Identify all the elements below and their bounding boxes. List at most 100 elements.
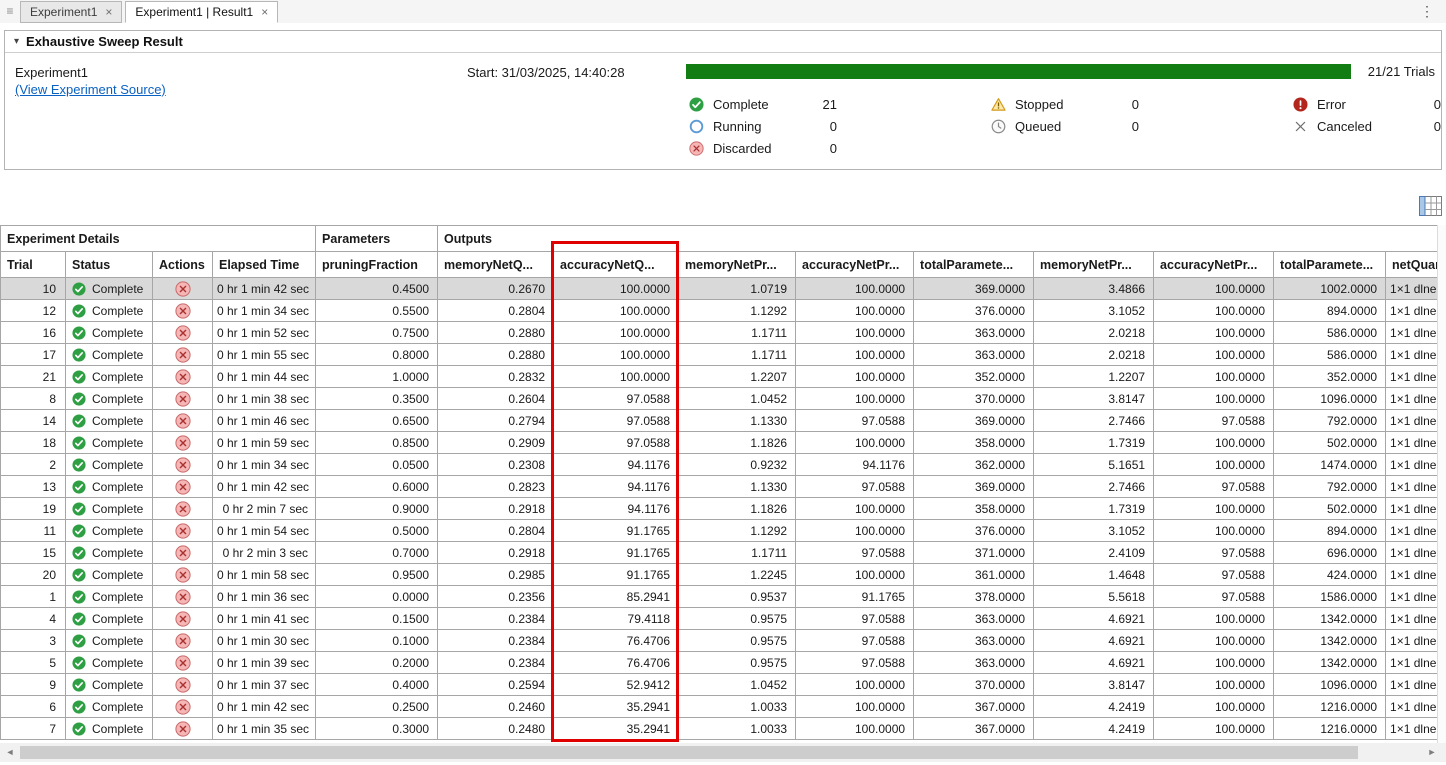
value-cell[interactable]: 0.9575: [679, 652, 796, 674]
net-quantized-cell[interactable]: 1×1 dlne: [1386, 608, 1438, 630]
value-cell[interactable]: 0.2594: [438, 674, 554, 696]
value-cell[interactable]: 100.0000: [554, 300, 679, 322]
table-row[interactable]: 7Complete0 hr 1 min 35 sec0.30000.248035…: [1, 718, 1438, 740]
vertical-scrollbar-gutter[interactable]: [1437, 225, 1446, 743]
value-cell[interactable]: 0.2823: [438, 476, 554, 498]
value-cell[interactable]: 1586.0000: [1274, 586, 1386, 608]
value-cell[interactable]: 370.0000: [914, 674, 1034, 696]
discard-trial-button[interactable]: [153, 655, 212, 671]
value-cell[interactable]: 0.2384: [438, 630, 554, 652]
table-row[interactable]: 6Complete0 hr 1 min 42 sec0.25000.246035…: [1, 696, 1438, 718]
value-cell[interactable]: 0.6000: [316, 476, 438, 498]
discard-trial-button[interactable]: [153, 677, 212, 693]
value-cell[interactable]: 91.1765: [554, 520, 679, 542]
status-cell[interactable]: Complete: [66, 564, 153, 586]
value-cell[interactable]: 97.0588: [554, 388, 679, 410]
value-cell[interactable]: 76.4706: [554, 652, 679, 674]
value-cell[interactable]: 0.1500: [316, 608, 438, 630]
net-quantized-cell[interactable]: 1×1 dlne: [1386, 520, 1438, 542]
value-cell[interactable]: 1.2245: [679, 564, 796, 586]
status-cell[interactable]: Complete: [66, 344, 153, 366]
value-cell[interactable]: 2.7466: [1034, 410, 1154, 432]
table-row[interactable]: 19Complete0 hr 2 min 7 sec0.90000.291894…: [1, 498, 1438, 520]
tab-list-icon[interactable]: ≡: [2, 3, 18, 20]
value-cell[interactable]: 79.4118: [554, 608, 679, 630]
elapsed-time-cell[interactable]: 0 hr 1 min 37 sec: [213, 674, 316, 696]
value-cell[interactable]: 100.0000: [1154, 652, 1274, 674]
value-cell[interactable]: 1.0000: [316, 366, 438, 388]
value-cell[interactable]: 0.9232: [679, 454, 796, 476]
value-cell[interactable]: 0.3500: [316, 388, 438, 410]
value-cell[interactable]: 363.0000: [914, 608, 1034, 630]
value-cell[interactable]: 97.0588: [796, 542, 914, 564]
value-cell[interactable]: 1.0719: [679, 278, 796, 300]
column-header-elapsedtime[interactable]: Elapsed Time: [213, 252, 316, 278]
elapsed-time-cell[interactable]: 0 hr 1 min 44 sec: [213, 366, 316, 388]
discard-trial-button[interactable]: [153, 721, 212, 737]
trial-cell[interactable]: 18: [1, 432, 66, 454]
value-cell[interactable]: 424.0000: [1274, 564, 1386, 586]
net-quantized-cell[interactable]: 1×1 dlne: [1386, 322, 1438, 344]
value-cell[interactable]: 100.0000: [1154, 498, 1274, 520]
discard-trial-button[interactable]: [153, 347, 212, 363]
value-cell[interactable]: 792.0000: [1274, 410, 1386, 432]
elapsed-time-cell[interactable]: 0 hr 1 min 59 sec: [213, 432, 316, 454]
scroll-right-arrow-icon[interactable]: ►: [1426, 746, 1438, 758]
value-cell[interactable]: 363.0000: [914, 322, 1034, 344]
value-cell[interactable]: 0.2480: [438, 718, 554, 740]
value-cell[interactable]: 1342.0000: [1274, 630, 1386, 652]
value-cell[interactable]: 369.0000: [914, 278, 1034, 300]
value-cell[interactable]: 361.0000: [914, 564, 1034, 586]
value-cell[interactable]: 4.2419: [1034, 718, 1154, 740]
value-cell[interactable]: 1002.0000: [1274, 278, 1386, 300]
column-header-accuracynetpr[interactable]: accuracyNetPr...: [796, 252, 914, 278]
status-cell[interactable]: Complete: [66, 718, 153, 740]
value-cell[interactable]: 1.1826: [679, 498, 796, 520]
trial-cell[interactable]: 11: [1, 520, 66, 542]
value-cell[interactable]: 97.0588: [1154, 542, 1274, 564]
value-cell[interactable]: 0.6500: [316, 410, 438, 432]
trial-cell[interactable]: 7: [1, 718, 66, 740]
trial-cell[interactable]: 21: [1, 366, 66, 388]
status-cell[interactable]: Complete: [66, 410, 153, 432]
elapsed-time-cell[interactable]: 0 hr 1 min 42 sec: [213, 476, 316, 498]
value-cell[interactable]: 100.0000: [1154, 520, 1274, 542]
elapsed-time-cell[interactable]: 0 hr 1 min 55 sec: [213, 344, 316, 366]
elapsed-time-cell[interactable]: 0 hr 1 min 41 sec: [213, 608, 316, 630]
value-cell[interactable]: 0.9575: [679, 608, 796, 630]
trial-cell[interactable]: 12: [1, 300, 66, 322]
value-cell[interactable]: 2.0218: [1034, 344, 1154, 366]
value-cell[interactable]: 1096.0000: [1274, 388, 1386, 410]
trial-cell[interactable]: 1: [1, 586, 66, 608]
value-cell[interactable]: 97.0588: [554, 432, 679, 454]
value-cell[interactable]: 0.2356: [438, 586, 554, 608]
status-cell[interactable]: Complete: [66, 652, 153, 674]
value-cell[interactable]: 1.1711: [679, 344, 796, 366]
elapsed-time-cell[interactable]: 0 hr 1 min 38 sec: [213, 388, 316, 410]
value-cell[interactable]: 91.1765: [554, 564, 679, 586]
status-cell[interactable]: Complete: [66, 388, 153, 410]
value-cell[interactable]: 3.8147: [1034, 388, 1154, 410]
value-cell[interactable]: 2.4109: [1034, 542, 1154, 564]
net-quantized-cell[interactable]: 1×1 dlne: [1386, 652, 1438, 674]
trial-cell[interactable]: 6: [1, 696, 66, 718]
table-row[interactable]: 4Complete0 hr 1 min 41 sec0.15000.238479…: [1, 608, 1438, 630]
value-cell[interactable]: 586.0000: [1274, 322, 1386, 344]
value-cell[interactable]: 52.9412: [554, 674, 679, 696]
value-cell[interactable]: 1216.0000: [1274, 696, 1386, 718]
discard-trial-button[interactable]: [153, 611, 212, 627]
trial-cell[interactable]: 10: [1, 278, 66, 300]
trial-cell[interactable]: 4: [1, 608, 66, 630]
value-cell[interactable]: 0.2000: [316, 652, 438, 674]
net-quantized-cell[interactable]: 1×1 dlne: [1386, 630, 1438, 652]
trial-cell[interactable]: 2: [1, 454, 66, 476]
value-cell[interactable]: 792.0000: [1274, 476, 1386, 498]
status-cell[interactable]: Complete: [66, 432, 153, 454]
elapsed-time-cell[interactable]: 0 hr 1 min 42 sec: [213, 696, 316, 718]
value-cell[interactable]: 1.1826: [679, 432, 796, 454]
value-cell[interactable]: 371.0000: [914, 542, 1034, 564]
elapsed-time-cell[interactable]: 0 hr 1 min 36 sec: [213, 586, 316, 608]
net-quantized-cell[interactable]: 1×1 dlne: [1386, 366, 1438, 388]
value-cell[interactable]: 0.9537: [679, 586, 796, 608]
value-cell[interactable]: 1.1711: [679, 542, 796, 564]
